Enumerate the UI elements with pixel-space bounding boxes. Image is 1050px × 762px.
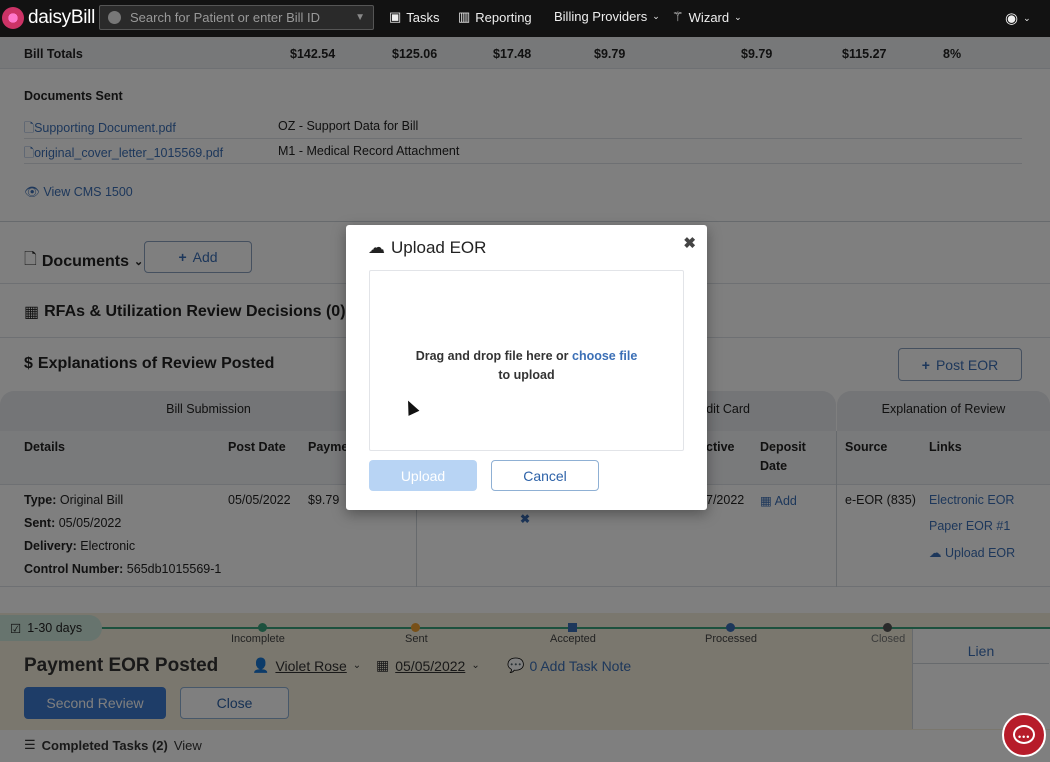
drop-instructions: Drag and drop file here or choose file [370,349,683,363]
chevron-down-icon: ⌄ [734,11,742,22]
upload-eor-modal: ☁ Upload EOR ✖ Drag and drop file here o… [346,225,707,510]
chevron-down-icon: ⌄ [1023,12,1031,23]
modal-title: ☁ Upload EOR [368,238,486,258]
file-drop-zone[interactable]: Drag and drop file here or choose file t… [369,270,684,451]
brand-logo[interactable]: daisyBill [0,6,95,30]
clipboard-icon: ▣ [389,9,402,24]
search-placeholder: Search for Patient or enter Bill ID [130,10,321,25]
upload-button[interactable]: Upload [369,460,477,491]
cancel-button[interactable]: Cancel [491,460,599,491]
drop-instructions-2: to upload [370,368,683,382]
nav-wizard-label: Wizard [688,9,730,25]
nav-reporting[interactable]: ▥ Reporting [458,9,532,25]
modal-title-text: Upload EOR [391,238,487,257]
nav-wizard[interactable]: ⚚ Wizard ⌄ [672,9,742,25]
chat-dots-icon: ••• [1018,732,1031,742]
close-icon[interactable]: ✖ [683,234,696,252]
drop-text-2: to upload [498,368,555,382]
bar-chart-icon: ▥ [458,9,471,24]
cloud-upload-icon: ☁ [368,238,385,257]
chat-button[interactable]: ••• [1002,713,1046,757]
nav-tasks-label: Tasks [406,9,440,25]
wand-icon: ⚚ [672,9,684,24]
nav-billing-providers[interactable]: Billing Providers ⌄ [554,9,660,24]
nav-reporting-label: Reporting [475,9,532,25]
search-icon [108,11,121,24]
nav-tasks[interactable]: ▣ Tasks [389,9,440,25]
daisy-logo-icon [2,7,24,29]
nav-billing-providers-label: Billing Providers [554,9,648,24]
brand-name: daisyBill [28,7,95,28]
drop-text: Drag and drop file here or [415,349,569,363]
search-input[interactable]: Search for Patient or enter Bill ID ▼ [99,5,374,30]
chevron-down-icon[interactable]: ▼ [355,6,365,29]
top-nav: daisyBill Search for Patient or enter Bi… [0,0,1050,37]
user-menu[interactable]: ◉ ⌄ [1005,9,1031,27]
choose-file-link[interactable]: choose file [572,349,637,363]
user-circle-icon: ◉ [1005,10,1019,27]
chevron-down-icon: ⌄ [652,11,660,21]
